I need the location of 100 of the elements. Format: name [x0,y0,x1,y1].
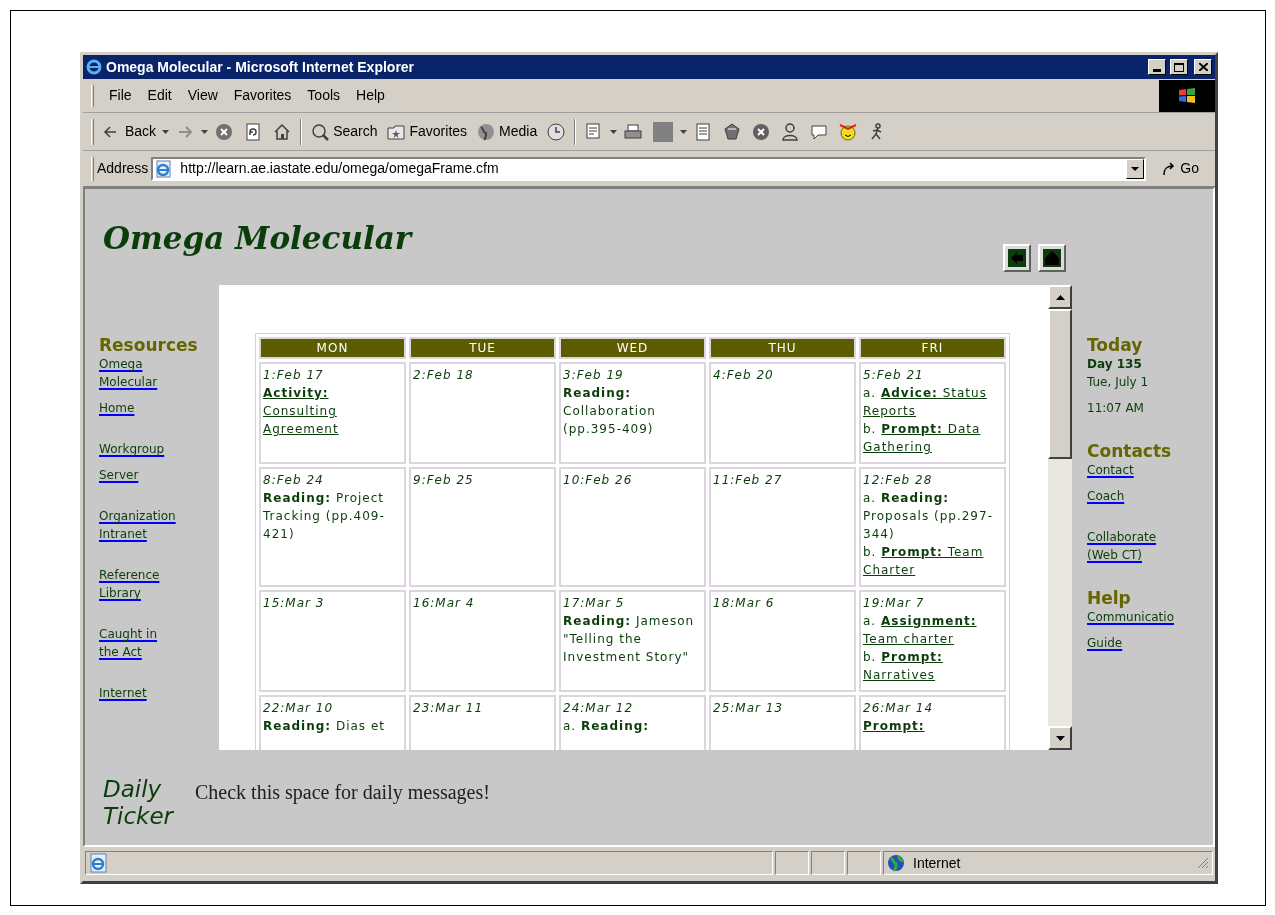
sidebar-link[interactable]: Guide [1087,634,1123,652]
calendar-date: 25:Mar 13 [713,700,785,717]
sidebar-link[interactable]: Omega Molecular [99,355,158,391]
minimize-icon [1153,69,1161,72]
menu-item[interactable]: Tools [300,85,348,106]
x-circle-icon [751,121,772,142]
assignment-link[interactable]: Prompt: [863,717,1002,735]
sidebar-link[interactable]: Communicatio [1087,608,1174,626]
day-count: Day 135 [1087,356,1143,373]
sidebar-link[interactable]: Home [99,399,135,417]
sidebar-link[interactable]: Server [99,466,139,484]
reading-entry: a. Reading: Proposals (pp.297-344) [863,490,994,543]
zone-label: Internet [913,853,962,873]
resize-grip-icon [1197,857,1209,869]
search-button[interactable]: Search [306,115,382,148]
day-header: TUE [409,337,556,359]
calendar-date: 18:Mar 6 [713,595,776,612]
house-icon [1043,249,1061,267]
back-page-button[interactable] [1003,244,1031,272]
sidebar-link[interactable]: Internet [99,684,147,702]
assignment-link[interactable]: b. Prompt: Narratives [863,648,1002,684]
calendar-date: 10:Feb 26 [563,472,634,489]
reading-entry: Reading: Jameson "Telling the Investment Story" [563,613,696,666]
menu-item[interactable]: Edit [140,85,179,106]
favorites-button[interactable]: Favorites [382,115,472,148]
caret-icon [162,129,170,134]
ticker-message: Check this space for daily messages! [195,780,490,806]
close-button[interactable] [1194,59,1212,75]
site-title: Omega Molecular [103,218,412,258]
go-button[interactable]: Go [1149,155,1211,182]
close-icon [1198,63,1208,71]
gem-icon [722,121,743,142]
reading-entry: a. Reading: [563,718,651,735]
square-icon [652,120,675,143]
calendar-date: 19:Mar 7 [863,595,926,612]
calendar-date: 4:Feb 20 [713,367,775,384]
calendar-date: 22:Mar 10 [263,700,335,717]
sidebar-link[interactable]: Collaborate (Web CT) [1087,528,1157,564]
calendar-date: 9:Feb 25 [413,472,475,489]
browser-logo-icon [86,59,102,75]
calendar-date: 24:Mar 12 [563,700,635,717]
calendar-date: 26:Mar 14 [863,700,935,717]
address-field[interactable]: http://learn.ae.iastate.edu/omega/omegaFrame.cfm [151,156,1147,181]
sidebar-link[interactable]: Reference Library [99,566,160,602]
url-text: http://learn.ae.iastate.edu/omega/omegaFrame.cfm [180,159,500,178]
day-header: THU [709,337,856,359]
calendar-date: 8:Feb 24 [263,472,325,489]
page-icon [89,853,109,873]
assignment-link[interactable]: b. Prompt: Team Charter [863,543,1002,579]
left-arrow-icon [1008,249,1026,267]
search-icon [310,121,331,142]
calendar-date: 12:Feb 28 [863,472,934,489]
sidebar-link[interactable]: Organization Intranet [99,507,176,543]
reading-entry: Reading: Dias et [263,718,387,735]
calendar-date: 15:Mar 3 [263,595,326,612]
status-pane [775,851,809,875]
address-label: Address [97,159,149,178]
status-pane [811,851,845,875]
person-icon [780,121,801,142]
down-arrow-icon [1055,735,1065,741]
sidebar-link[interactable]: Contact [1087,461,1134,479]
back-button[interactable]: Back [98,115,161,148]
up-arrow-icon [1055,294,1065,300]
day-header: FRI [859,337,1006,359]
assignment-link[interactable]: Activity: Consulting Agreement [263,384,402,438]
section-heading: Help [1087,588,1132,608]
assignment-link[interactable]: b. Prompt: Data Gathering [863,420,1002,456]
caret-icon [201,129,209,134]
calendar-date: 17:Mar 5 [563,595,626,612]
sidebar-link[interactable]: Workgroup [99,440,165,458]
menu-item[interactable]: View [180,85,225,106]
caret-icon [680,129,688,134]
clock-icon [546,121,567,142]
minimize-button[interactable] [1148,59,1166,75]
maximize-button[interactable] [1170,59,1188,75]
scroll-thumb[interactable] [1048,309,1072,459]
caret-icon [1131,166,1140,171]
ticker-label: Daily Ticker [103,776,173,830]
scroll-up-button[interactable] [1048,285,1072,309]
sidebar-link[interactable]: Caught in the Act [99,625,158,661]
scroll-down-button[interactable] [1048,726,1072,750]
menu-item[interactable]: File [102,85,139,106]
menu-item[interactable]: Favorites [226,85,299,106]
media-button[interactable]: Media [472,115,542,148]
caret-icon [610,129,618,134]
stop-icon [214,121,235,142]
maximize-icon [1174,62,1184,72]
sidebar-link[interactable]: Coach [1087,487,1125,505]
menu-item[interactable]: Help [349,85,392,106]
current-time: 11:07 AM [1087,400,1145,417]
calendar-date: 3:Feb 19 [563,367,625,384]
calendar-date: 1:Feb 17 [263,367,325,384]
reading-entry: Reading: Collaboration (pp.395-409) [563,385,657,438]
calendar-date: 16:Mar 4 [413,595,476,612]
home-page-button[interactable] [1038,244,1066,272]
day-header: WED [559,337,706,359]
reading-entry: Reading: Project Tracking (pp.409-421) [263,490,386,543]
address-dropdown-button[interactable] [1126,158,1145,179]
calendar-date: 11:Feb 27 [713,472,784,489]
scrollbar-track[interactable] [1048,285,1072,750]
